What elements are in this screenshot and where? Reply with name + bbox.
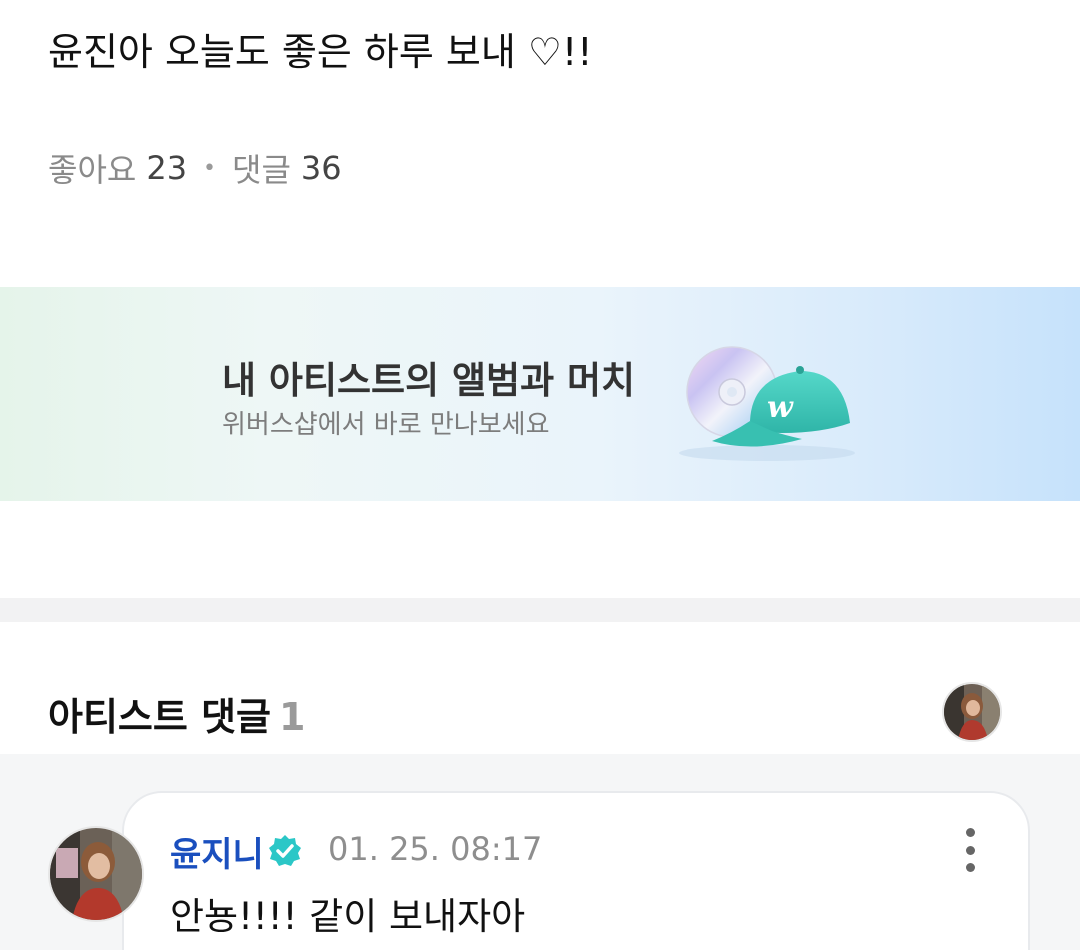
artist-photo-icon — [50, 828, 142, 920]
likes-count[interactable]: 23 — [146, 149, 187, 187]
more-dot — [965, 863, 975, 872]
post-stats: 좋아요 23 • 댓글 36 — [48, 145, 342, 191]
artist-photo-icon — [944, 684, 1000, 740]
comment-author-avatar[interactable] — [48, 826, 144, 922]
section-divider — [0, 598, 1080, 622]
verified-badge-icon — [269, 835, 301, 866]
more-options-icon[interactable] — [958, 828, 982, 872]
banner-subtitle: 위버스샵에서 바로 만나보세요 — [222, 410, 550, 440]
banner-title: 내 아티스트의 앨범과 머치 — [222, 359, 636, 402]
artist-avatar-small[interactable] — [942, 682, 1002, 742]
likes-label[interactable]: 좋아요 — [48, 145, 136, 191]
comment-timestamp: 01. 25. 08:17 — [328, 830, 543, 868]
album-and-cap-icon: w — [679, 346, 855, 461]
more-dot — [965, 845, 975, 855]
more-dot — [965, 828, 975, 837]
stats-separator: • — [203, 155, 217, 181]
comment-author-name[interactable]: 윤지니 — [170, 827, 264, 876]
svg-text:w: w — [767, 390, 794, 425]
artist-comments-count: 1 — [279, 695, 306, 739]
artist-comments-title: 아티스트 댓글 1 — [48, 686, 305, 741]
comments-count[interactable]: 36 — [301, 149, 342, 187]
artist-comments-label: 아티스트 댓글 — [48, 695, 271, 739]
post-body-text: 윤진아 오늘도 좋은 하루 보내 ♡!! — [48, 30, 593, 74]
shop-promo-banner[interactable]: 내 아티스트의 앨범과 머치 위버스샵에서 바로 만나보세요 w — [0, 287, 1080, 501]
comments-label[interactable]: 댓글 — [232, 145, 291, 191]
post-detail-page: 윤진아 오늘도 좋은 하루 보내 ♡!! 좋아요 23 • 댓글 36 내 아티… — [0, 0, 1080, 950]
comment-body: 안뇽!!!! 같이 보내자아 — [170, 895, 526, 938]
